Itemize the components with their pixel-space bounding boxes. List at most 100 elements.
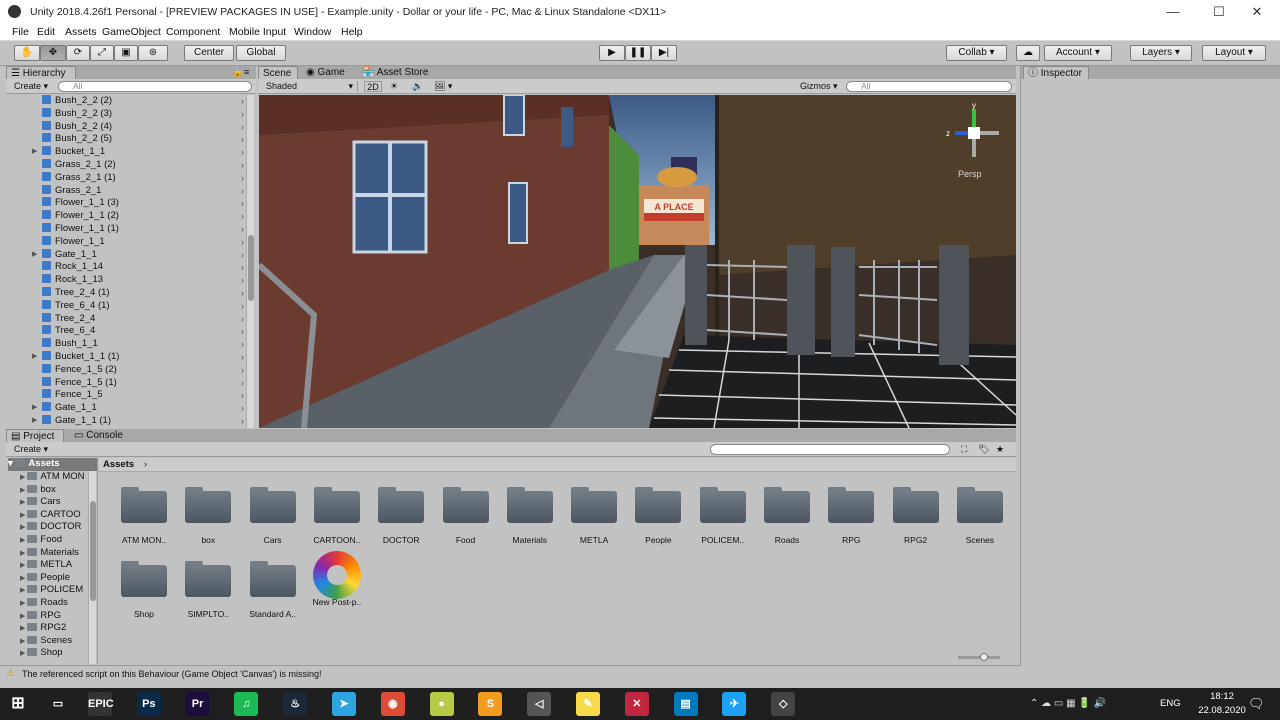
- hierarchy-row[interactable]: Flower_1_1 (1) ›: [6, 223, 244, 236]
- clock-date[interactable]: 22.08.2020: [1196, 705, 1248, 716]
- hierarchy-row[interactable]: Grass_2_1 ›: [6, 184, 244, 198]
- row-chevron-icon[interactable]: ›: [241, 210, 244, 223]
- row-chevron-icon[interactable]: ›: [241, 146, 244, 159]
- expand-arrow-icon[interactable]: ▶: [32, 146, 37, 159]
- tree-folder-item[interactable]: ▶ Food: [20, 534, 90, 547]
- expand-arrow-icon[interactable]: ▶: [20, 474, 25, 481]
- row-chevron-icon[interactable]: ›: [241, 159, 244, 172]
- tree-folder-item[interactable]: ▶ DOCTOR: [20, 521, 90, 534]
- hierarchy-row[interactable]: Fence_1_5 (2) ›: [6, 363, 244, 377]
- row-chevron-icon[interactable]: ›: [241, 287, 244, 300]
- expand-arrow-icon[interactable]: ▶: [32, 402, 37, 415]
- tab-asset-store[interactable]: 🏪 Asset Store: [358, 66, 438, 79]
- hierarchy-row[interactable]: Flower_1_1 (2) ›: [6, 210, 244, 223]
- language-indicator[interactable]: ENG: [1160, 698, 1181, 709]
- tree-folder-item[interactable]: ▶ Shop: [20, 647, 90, 660]
- project-create-button[interactable]: Create ▾: [14, 444, 48, 455]
- effects-icon[interactable]: 🖼 ▾: [434, 81, 452, 92]
- pivot-center-button[interactable]: Center: [184, 45, 234, 61]
- notifications-icon[interactable]: 🗨: [1248, 696, 1265, 712]
- expand-arrow-icon[interactable]: ▶: [20, 600, 25, 607]
- expand-arrow-icon[interactable]: ▶: [20, 499, 25, 506]
- hierarchy-row[interactable]: Fence_1_5 ›: [6, 389, 244, 402]
- tree-folder-item[interactable]: ▶ Cars: [20, 496, 90, 509]
- menu-file[interactable]: File: [12, 26, 29, 38]
- row-chevron-icon[interactable]: ›: [241, 249, 244, 262]
- premiere-icon[interactable]: Pr: [185, 692, 210, 716]
- trello-icon[interactable]: ▤: [673, 692, 698, 716]
- windows-start-icon[interactable]: ⊞: [6, 692, 30, 716]
- move-tool-icon[interactable]: ✥: [40, 45, 66, 61]
- hierarchy-row[interactable]: Bush_2_2 (4) ›: [6, 120, 244, 134]
- row-chevron-icon[interactable]: ›: [241, 338, 244, 351]
- expand-arrow-icon[interactable]: ▶: [20, 512, 25, 519]
- tab-game[interactable]: ◉ Game: [302, 66, 352, 79]
- expand-arrow-icon[interactable]: ▶: [20, 638, 25, 645]
- transform-tool-icon[interactable]: ⊛: [138, 45, 168, 61]
- hierarchy-row[interactable]: Bush_2_2 (2) ›: [6, 95, 244, 108]
- row-chevron-icon[interactable]: ›: [241, 300, 244, 313]
- panel-menu-icon[interactable]: ≡: [244, 67, 249, 78]
- play-button[interactable]: ▶: [599, 45, 625, 61]
- expand-arrow-icon[interactable]: ▶: [20, 550, 25, 557]
- asset-folder[interactable]: ATM MON..: [113, 487, 175, 545]
- minimize-button[interactable]: —: [1150, 0, 1196, 24]
- hierarchy-row[interactable]: Bush_1_1 ›: [6, 338, 244, 351]
- tab-inspector[interactable]: ⓘ Inspector: [1023, 66, 1089, 79]
- expand-arrow-icon[interactable]: ▶: [20, 487, 25, 494]
- tree-folder-item[interactable]: ▶ Materials: [20, 547, 90, 560]
- filter-type-icon[interactable]: ⛶: [961, 444, 967, 455]
- asset-folder[interactable]: RPG2: [885, 487, 947, 545]
- telegram-icon[interactable]: ➤: [332, 692, 356, 716]
- notes-icon[interactable]: ✎: [576, 692, 600, 716]
- task-view-icon[interactable]: ▭: [46, 692, 70, 716]
- close-button[interactable]: ✕: [1234, 0, 1280, 24]
- expand-arrow-icon[interactable]: ▶: [20, 537, 25, 544]
- hand-tool-icon[interactable]: ✋: [14, 45, 40, 61]
- tree-folder-item[interactable]: ▶ box: [20, 484, 90, 497]
- asset-folder[interactable]: POLICEM..: [692, 487, 754, 545]
- pivot-global-button[interactable]: Global: [236, 45, 286, 61]
- unity-icon[interactable]: ◇: [771, 692, 796, 716]
- row-chevron-icon[interactable]: ›: [241, 197, 244, 210]
- tree-folder-item[interactable]: ▶ CARTOO: [20, 509, 90, 522]
- favorite-icon[interactable]: ★: [996, 444, 1004, 455]
- asset-folder[interactable]: CARTOON..: [306, 487, 368, 545]
- hierarchy-row[interactable]: Tree_2_4 (1) ›: [6, 287, 244, 300]
- epic-games-icon[interactable]: EPIC: [88, 692, 114, 716]
- hierarchy-scroll-thumb[interactable]: [248, 235, 254, 301]
- row-chevron-icon[interactable]: ›: [241, 313, 244, 326]
- hierarchy-create-button[interactable]: Create ▾: [14, 81, 48, 92]
- hierarchy-row[interactable]: Grass_2_1 (1) ›: [6, 171, 244, 185]
- hierarchy-row[interactable]: ▶ Bucket_1_1 (1) ›: [6, 351, 244, 364]
- 2d-toggle[interactable]: 2D: [364, 81, 382, 92]
- hierarchy-row[interactable]: ▶ Gate_1_1 ›: [6, 402, 244, 415]
- asset-folder[interactable]: Scenes: [949, 487, 1011, 545]
- asset-folder[interactable]: box: [177, 487, 239, 545]
- hierarchy-row[interactable]: Flower_1_1 ›: [6, 235, 244, 249]
- asset-folder[interactable]: Food: [435, 487, 497, 545]
- gizmos-dropdown[interactable]: Gizmos ▾: [800, 81, 838, 92]
- menu-help[interactable]: Help: [341, 26, 363, 38]
- asset-folder[interactable]: Shop: [113, 561, 175, 619]
- hierarchy-row[interactable]: ▶ Bucket_1_1 ›: [6, 146, 244, 159]
- scene-search-input[interactable]: All: [846, 81, 1012, 92]
- menu-edit[interactable]: Edit: [37, 26, 55, 38]
- audio-icon[interactable]: 🔊: [412, 81, 423, 92]
- tree-folder-item[interactable]: ▶ Roads: [20, 597, 90, 610]
- row-chevron-icon[interactable]: ›: [241, 402, 244, 415]
- expand-arrow-icon[interactable]: ▶: [20, 562, 25, 569]
- collab-button[interactable]: Collab ▾: [946, 45, 1007, 61]
- row-chevron-icon[interactable]: ›: [241, 415, 244, 428]
- row-chevron-icon[interactable]: ›: [241, 364, 244, 377]
- row-chevron-icon[interactable]: ›: [241, 185, 244, 198]
- asset-folder[interactable]: Roads: [756, 487, 818, 545]
- project-search-input[interactable]: [710, 444, 950, 455]
- row-chevron-icon[interactable]: ›: [241, 377, 244, 390]
- cloud-icon[interactable]: ☁: [1016, 45, 1040, 61]
- row-chevron-icon[interactable]: ›: [241, 274, 244, 287]
- breadcrumb-assets[interactable]: Assets: [103, 459, 134, 470]
- hierarchy-row[interactable]: ▶ Gate_1_1 (1) ›: [6, 415, 244, 428]
- expand-arrow-icon[interactable]: ▶: [20, 575, 25, 582]
- menu-assets[interactable]: Assets: [65, 26, 97, 38]
